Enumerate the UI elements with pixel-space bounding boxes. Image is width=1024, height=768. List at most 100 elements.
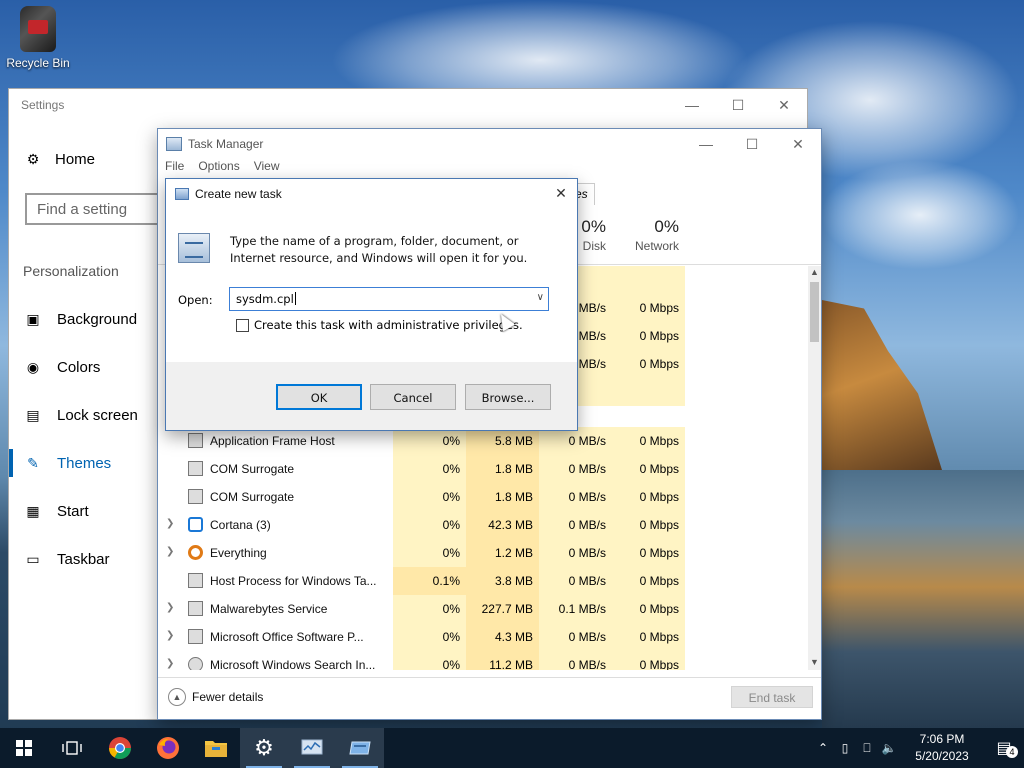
table-row[interactable]: Application Frame Host 0% 5.8 MB 0 MB/s … — [158, 427, 808, 455]
settings-search-placeholder: Find a setting — [37, 201, 128, 218]
fewer-details-button[interactable]: ▲ Fewer details — [168, 688, 263, 706]
cancel-button[interactable]: Cancel — [370, 384, 456, 410]
cpu-cell: 0% — [393, 455, 466, 483]
task-manager-window-controls: — ☐ ✕ — [683, 129, 821, 159]
taskbar-icon: ▭ — [26, 550, 40, 567]
taskbar-clock[interactable]: 7:06 PM 5/20/2023 — [900, 731, 984, 765]
taskbar-task-manager[interactable] — [288, 728, 336, 768]
memory-cell: 3.8 MB — [466, 567, 539, 595]
open-input-value[interactable]: sysdm.cpl — [236, 292, 294, 306]
table-row[interactable]: ❯ Malwarebytes Service 0% 227.7 MB 0.1 M… — [158, 595, 808, 623]
disk-cell: 0 MB/s — [539, 567, 612, 595]
action-center-button[interactable]: ▤ 4 — [984, 738, 1024, 758]
volume-muted-icon[interactable]: 🔈 — [878, 741, 900, 755]
task-manager-menubar: File Options View — [158, 159, 821, 177]
create-new-task-dialog: Create new task ✕ Type the name of a pro… — [165, 178, 578, 431]
sidebar-item-label: Colors — [57, 358, 101, 376]
chevron-right-icon[interactable]: ❯ — [166, 658, 176, 670]
task-view-button[interactable] — [48, 728, 96, 768]
close-icon[interactable]: ✕ — [775, 129, 821, 159]
table-row[interactable]: COM Surrogate 0% 1.8 MB 0 MB/s 0 Mbps — [158, 483, 808, 511]
taskbar-firefox[interactable] — [144, 728, 192, 768]
sidebar-item-start[interactable]: ▦ Start — [9, 487, 157, 535]
gear-icon: ⚙ — [254, 735, 274, 760]
clock-time: 7:06 PM — [919, 732, 965, 746]
table-row[interactable]: ❯ Microsoft Office Software P... 0% 4.3 … — [158, 623, 808, 651]
chevron-up-icon[interactable]: ⌃ — [812, 741, 834, 755]
cpu-cell: 0% — [393, 595, 466, 623]
memory-cell: 5.8 MB — [466, 427, 539, 455]
disk-cell: 0 MB/s — [539, 511, 612, 539]
network-cell — [612, 378, 685, 406]
disk-cell: 0 MB/s — [539, 623, 612, 651]
memory-cell: 1.8 MB — [466, 483, 539, 511]
network-cell: 0 Mbps — [612, 511, 685, 539]
sidebar-item-colors[interactable]: ◉ Colors — [9, 343, 157, 391]
taskbar-settings[interactable]: ⚙ — [240, 728, 288, 768]
process-list-scrollbar[interactable]: ▲ ▼ — [808, 266, 821, 670]
settings-title: Settings — [21, 98, 65, 112]
maximize-icon[interactable]: ☐ — [729, 129, 775, 159]
table-row[interactable]: ❯ Microsoft Windows Search In... 0% 11.2… — [158, 651, 808, 670]
settings-home-link[interactable]: ⚙ Home — [25, 151, 95, 168]
task-manager-icon — [301, 739, 323, 755]
browse-button[interactable]: Browse... — [465, 384, 551, 410]
table-row[interactable]: COM Surrogate 0% 1.8 MB 0 MB/s 0 Mbps — [158, 455, 808, 483]
table-row[interactable]: ❯ Everything 0% 1.2 MB 0 MB/s 0 Mbps — [158, 539, 808, 567]
close-icon[interactable]: ✕ — [761, 89, 807, 121]
disk-percent: 0% — [581, 217, 606, 236]
sidebar-item-background[interactable]: ▣ Background — [9, 295, 157, 343]
menu-file[interactable]: File — [165, 159, 184, 177]
process-icon — [188, 573, 203, 588]
menu-options[interactable]: Options — [198, 159, 239, 177]
network-cell: 0 Mbps — [612, 322, 685, 350]
admin-checkbox-label: Create this task with administrative pri… — [254, 318, 523, 332]
chevron-right-icon[interactable]: ❯ — [166, 602, 176, 614]
sidebar-item-taskbar[interactable]: ▭ Taskbar — [9, 535, 157, 583]
ok-button[interactable]: OK — [276, 384, 362, 410]
scroll-down-icon[interactable]: ▼ — [809, 657, 820, 669]
process-name: Host Process for Windows Ta... — [210, 574, 377, 588]
maximize-icon[interactable]: ☐ — [715, 89, 761, 121]
tablet-icon[interactable]: ▯ — [834, 741, 856, 755]
recycle-bin-desktop-icon[interactable]: Recycle Bin — [6, 6, 70, 70]
dialog-description: Type the name of a program, folder, docu… — [230, 234, 528, 265]
column-header-network[interactable]: 0% Network — [624, 217, 679, 253]
column-header-disk[interactable]: 0% Disk — [578, 217, 606, 253]
taskbar-run-dialog[interactable] — [336, 728, 384, 768]
start-button[interactable] — [0, 728, 48, 768]
network-cell: 0 Mbps — [612, 623, 685, 651]
sidebar-item-themes[interactable]: ✎ Themes — [9, 439, 157, 487]
wallpaper-beach — [822, 470, 1024, 730]
taskbar-chrome[interactable] — [96, 728, 144, 768]
table-row[interactable]: Host Process for Windows Ta... 0.1% 3.8 … — [158, 567, 808, 595]
checkbox-box[interactable] — [236, 318, 249, 332]
chevron-right-icon[interactable]: ❯ — [166, 546, 176, 558]
open-label: Open: — [178, 293, 213, 307]
admin-privileges-checkbox[interactable]: Create this task with administrative pri… — [236, 318, 523, 332]
cpu-cell: 0.1% — [393, 567, 466, 595]
open-combobox[interactable]: sysdm.cpl ∨ — [229, 287, 549, 311]
dialog-titlebar[interactable]: Create new task — [166, 179, 577, 208]
task-manager-icon — [166, 137, 182, 151]
settings-search-input[interactable]: Find a setting — [25, 193, 175, 225]
chevron-right-icon[interactable]: ❯ — [166, 630, 176, 642]
network-icon[interactable]: ⎕ — [856, 741, 878, 756]
menu-view[interactable]: View — [254, 159, 280, 177]
magnifier-icon — [188, 545, 203, 560]
scrollbar-thumb[interactable] — [810, 282, 819, 342]
memory-cell: 1.2 MB — [466, 539, 539, 567]
taskbar-file-explorer[interactable] — [192, 728, 240, 768]
minimize-icon[interactable]: — — [669, 89, 715, 121]
scroll-up-icon[interactable]: ▲ — [809, 267, 820, 279]
process-name: Everything — [210, 546, 267, 560]
sidebar-item-lock-screen[interactable]: ▤ Lock screen — [9, 391, 157, 439]
end-task-button[interactable]: End task — [731, 686, 813, 708]
chevron-right-icon[interactable]: ❯ — [166, 518, 176, 530]
cortana-icon — [188, 517, 203, 532]
minimize-icon[interactable]: — — [683, 129, 729, 159]
table-row[interactable]: ❯ Cortana (3) 0% 42.3 MB 0 MB/s 0 Mbps — [158, 511, 808, 539]
close-icon[interactable]: ✕ — [545, 179, 577, 208]
task-view-icon — [62, 741, 82, 755]
chevron-down-icon[interactable]: ∨ — [537, 292, 544, 303]
